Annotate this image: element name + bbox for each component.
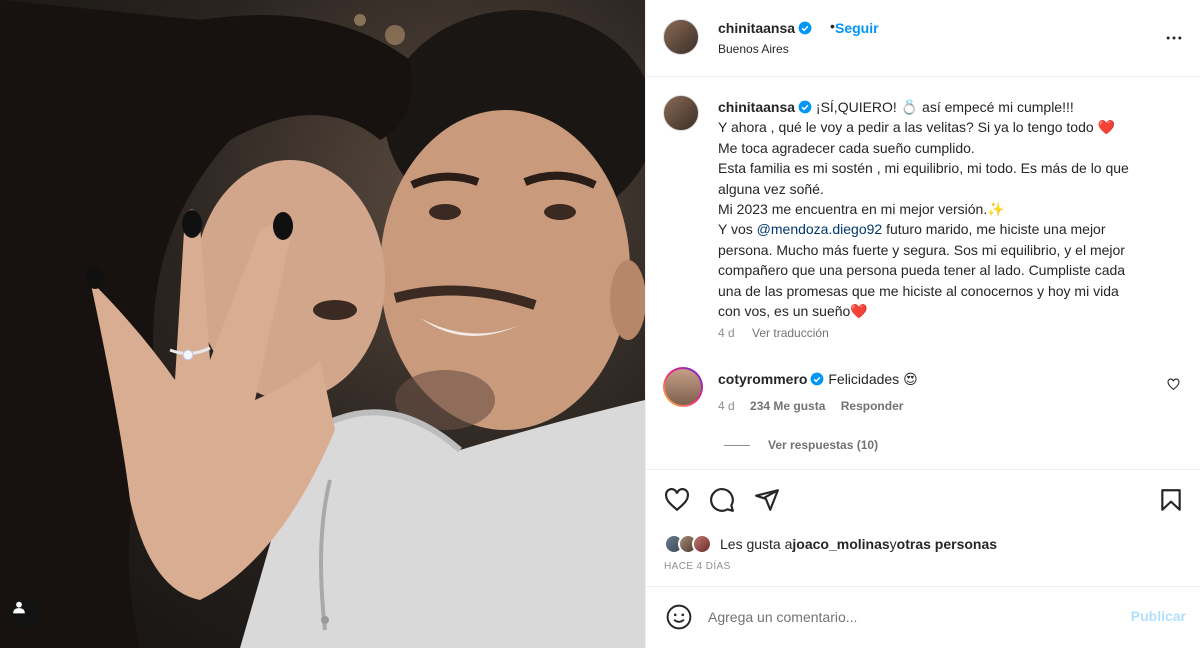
post-details-panel: chinitaansa • Seguir Buenos Aires chinit… xyxy=(645,0,1200,648)
caption-line: Esta familia es mi sostén , mi equilibri… xyxy=(718,160,1129,197)
caption-line: Me toca agradecer cada sueño cumplido. xyxy=(718,139,975,156)
commenter-username[interactable]: cotyrommero xyxy=(718,371,807,387)
emoji-icon[interactable] xyxy=(666,604,692,630)
mention-link[interactable]: @mendoza.diego92 xyxy=(757,221,883,237)
caption-line: chinitaansa ¡SÍ,QUIERO! 💍 así empecé mi … xyxy=(718,97,1138,117)
publish-button[interactable]: Publicar xyxy=(1131,608,1186,624)
like-heart-icon[interactable] xyxy=(664,487,690,513)
commenter-avatar[interactable] xyxy=(663,367,703,407)
user-tag-icon xyxy=(13,601,25,614)
author-username[interactable]: chinitaansa xyxy=(718,20,812,36)
comment-body: Felicidades 😍 xyxy=(828,371,918,387)
share-send-icon[interactable] xyxy=(754,487,780,513)
view-replies-button[interactable]: Ver respuestas (10) xyxy=(724,438,878,452)
comment-likes[interactable]: 234 Me gusta xyxy=(750,399,825,413)
post-timestamp[interactable]: HACE 4 DÍAS xyxy=(664,561,731,572)
verified-badge-icon xyxy=(798,21,812,35)
caption-last-prefix: Y vos xyxy=(718,221,757,238)
likes-others[interactable]: otras personas xyxy=(897,536,997,552)
comment-age[interactable]: 4 d xyxy=(718,399,735,413)
view-replies-label: Ver respuestas (10) xyxy=(768,438,879,452)
more-dots-icon[interactable] xyxy=(1164,28,1184,48)
caption-author-avatar[interactable] xyxy=(663,95,699,131)
replies-divider xyxy=(724,444,750,446)
verified-badge-icon xyxy=(798,100,812,114)
liker-avatar[interactable] xyxy=(692,534,712,554)
comment-meta: 4 d 234 Me gusta Responder xyxy=(718,399,915,413)
likes-summary: Les gusta a joaco_molinas y otras person… xyxy=(664,531,997,557)
comment-input[interactable] xyxy=(708,603,1108,631)
caption-text: chinitaansa ¡SÍ,QUIERO! 💍 así empecé mi … xyxy=(718,97,1138,321)
reply-button[interactable]: Responder xyxy=(841,399,904,413)
caption-username[interactable]: chinitaansa xyxy=(718,99,795,115)
caption-line: Y ahora , qué le voy a pedir a las velit… xyxy=(718,119,1115,136)
author-avatar[interactable] xyxy=(663,19,699,55)
tagged-users-button[interactable] xyxy=(12,600,42,630)
author-username-text[interactable]: chinitaansa xyxy=(718,20,795,36)
add-comment-bar: Publicar xyxy=(646,586,1200,648)
translate-button[interactable]: Ver traducción xyxy=(752,326,829,340)
caption-age[interactable]: 4 d xyxy=(718,326,735,340)
likes-middle: y xyxy=(889,536,897,552)
caption-line: Mi 2023 me encuentra en mi mejor versión… xyxy=(718,201,1005,218)
likes-user[interactable]: joaco_molinas xyxy=(792,536,889,552)
post-header: chinitaansa • Seguir Buenos Aires xyxy=(646,0,1200,77)
caption-line: Y vos @mendoza.diego92 futuro marido, me… xyxy=(718,219,1138,321)
caption-line-text: ¡SÍ,QUIERO! 💍 así empecé mi cumple!!! xyxy=(815,99,1074,115)
liker-avatars xyxy=(664,534,712,554)
verified-badge-icon xyxy=(811,372,824,386)
follow-button[interactable]: Seguir xyxy=(835,20,879,36)
save-bookmark-icon[interactable] xyxy=(1158,487,1184,513)
post-actions-bar xyxy=(646,469,1200,531)
heart-icon[interactable] xyxy=(1167,378,1180,391)
caption-meta: 4 d Ver traducción xyxy=(718,326,843,340)
comment-text: cotyrommero Felicidades 😍 xyxy=(718,371,918,388)
post-modal: chinitaansa • Seguir Buenos Aires chinit… xyxy=(0,0,1200,648)
post-photo[interactable] xyxy=(0,0,645,648)
likes-prefix: Les gusta a xyxy=(720,536,793,552)
comment-bubble-icon[interactable] xyxy=(709,487,735,513)
photo-illustration xyxy=(0,0,645,648)
post-location[interactable]: Buenos Aires xyxy=(718,42,789,56)
